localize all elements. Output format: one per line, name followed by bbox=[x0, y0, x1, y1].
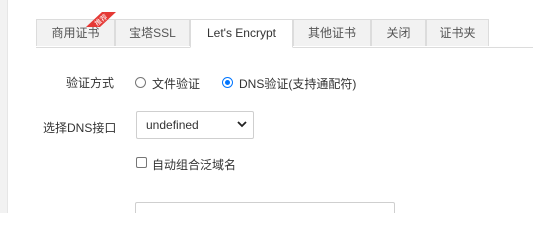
tab-label: 关闭 bbox=[386, 26, 411, 40]
left-edge-divider bbox=[0, 0, 8, 213]
dns-api-select-value: undefined bbox=[146, 118, 199, 132]
tab-lets-encrypt[interactable]: Let's Encrypt bbox=[190, 19, 293, 48]
tab-label: 其他证书 bbox=[307, 26, 356, 40]
wildcard-checkbox-label[interactable]: 自动组合泛域名 bbox=[152, 156, 236, 173]
dns-api-select[interactable]: undefined bbox=[136, 111, 254, 139]
tab-label: 宝塔SSL bbox=[129, 26, 176, 40]
radio-dns-verify-label[interactable]: DNS验证(支持通配符) bbox=[239, 75, 356, 92]
tab-baota-ssl[interactable]: 宝塔SSL bbox=[115, 19, 190, 46]
radio-dns-verify[interactable] bbox=[222, 77, 233, 88]
domain-input[interactable] bbox=[135, 202, 395, 213]
radio-file-verify[interactable] bbox=[135, 77, 146, 88]
chevron-down-icon bbox=[237, 121, 247, 128]
tab-label: Let's Encrypt bbox=[207, 26, 276, 40]
tab-cert-folder[interactable]: 证书夹 bbox=[426, 19, 489, 46]
ssl-settings-panel: 商用证书 宝塔SSL Let's Encrypt 其他证书 关闭 证书夹 推荐 … bbox=[0, 0, 533, 213]
wildcard-checkbox[interactable] bbox=[136, 157, 147, 168]
tab-other-cert[interactable]: 其他证书 bbox=[293, 19, 371, 46]
verify-method-label: 验证方式 bbox=[66, 76, 115, 90]
tab-label: 商用证书 bbox=[51, 26, 100, 40]
tab-commercial-cert[interactable]: 商用证书 bbox=[36, 19, 115, 46]
radio-file-verify-label[interactable]: 文件验证 bbox=[152, 75, 200, 92]
dns-api-label: 选择DNS接口 bbox=[43, 121, 117, 135]
ssl-tab-bar: 商用证书 宝塔SSL Let's Encrypt 其他证书 关闭 证书夹 bbox=[36, 19, 533, 48]
tab-label: 证书夹 bbox=[439, 26, 476, 40]
tab-close[interactable]: 关闭 bbox=[371, 19, 426, 46]
